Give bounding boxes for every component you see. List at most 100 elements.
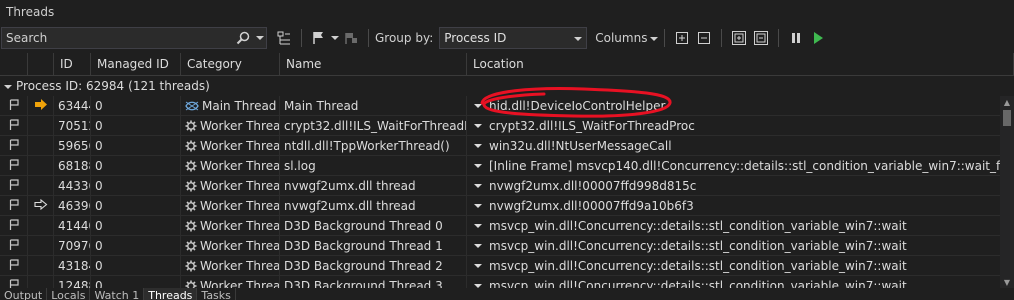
thread-location[interactable]: msvcp_win.dll!Concurrency::details::stl_… — [467, 256, 1014, 275]
flag-icon[interactable] — [9, 198, 19, 213]
thread-row[interactable]: 705120Worker Threadcrypt32.dll!ILS_WaitF… — [0, 116, 1014, 136]
group-label: Process ID: 62984 — [16, 79, 125, 93]
main-thread-icon — [185, 101, 199, 111]
thread-id: 41440 — [54, 216, 91, 235]
thread-row[interactable]: 596560 Worker Threadntdll.dll!TppWorkerTh… — [0, 136, 1014, 156]
column-category[interactable]: Category — [181, 53, 280, 75]
location-dropdown-icon[interactable] — [471, 223, 485, 229]
thread-location[interactable]: msvcp_win.dll!Concurrency::details::stl_… — [467, 236, 1014, 255]
thread-name: ntdll.dll!TppWorkerThread() — [280, 136, 467, 155]
managed-id: 0 — [91, 96, 181, 115]
thread-location[interactable]: hid.dll!DeviceIoControlHelper — [467, 96, 1014, 115]
column-managed-id[interactable]: Managed ID — [91, 53, 181, 75]
location-label: nvwgf2umx.dll!00007ffd9a10b6f3 — [489, 198, 694, 213]
flag-cell[interactable] — [0, 196, 28, 215]
flag-icon[interactable] — [9, 258, 19, 273]
group-by-select[interactable]: Process ID — [439, 27, 588, 49]
expand-all-icon[interactable] — [671, 27, 693, 49]
flag-cell[interactable] — [0, 136, 28, 155]
thread-category: Main Thread — [181, 96, 280, 115]
threads-grid: ID Managed ID Category Name Location Pro… — [0, 53, 1014, 296]
thread-location[interactable]: crypt32.dll!ILS_WaitForThreadProc — [467, 116, 1014, 135]
location-dropdown-icon[interactable] — [471, 103, 485, 109]
scroll-up-icon[interactable]: ▲ — [1000, 96, 1014, 108]
thread-location[interactable]: msvcp_win.dll!Concurrency::details::stl_… — [467, 216, 1014, 235]
thaw-threads-icon[interactable] — [807, 27, 829, 49]
flag-cell[interactable] — [0, 216, 28, 235]
column-current[interactable] — [28, 53, 54, 75]
current-thread-cell — [28, 216, 54, 235]
gear-icon — [185, 220, 197, 232]
category-label: Worker Thread — [200, 158, 280, 173]
location-dropdown-icon[interactable] — [471, 203, 485, 209]
gear-icon — [185, 200, 197, 212]
column-flag[interactable] — [0, 53, 28, 75]
thread-location[interactable]: nvwgf2umx.dll!00007ffd9a10b6f3 — [467, 196, 1014, 215]
process-group-header[interactable]: Process ID: 62984 (121 threads) — [0, 76, 1014, 96]
flag-icon[interactable] — [9, 118, 19, 133]
flag-icon[interactable] — [9, 178, 19, 193]
flag-icon[interactable] — [308, 27, 330, 49]
thread-id: 59656 — [54, 136, 91, 155]
thread-row[interactable]: 443360 Worker Threadnvwgf2umx.dll thread n… — [0, 176, 1014, 196]
tab-watch-1[interactable]: Watch 1 — [90, 288, 145, 300]
location-label: crypt32.dll!ILS_WaitForThreadProc — [489, 118, 695, 133]
thread-row[interactable]: 634440 Main ThreadMain Thread hid.dll!Devi… — [0, 96, 1014, 116]
thread-location[interactable]: [Inline Frame] msvcp140.dll!Concurrency:… — [467, 156, 1014, 175]
freeze-threads-icon[interactable] — [785, 27, 807, 49]
flag-icon[interactable] — [9, 238, 19, 253]
flag-dropdown-icon[interactable] — [330, 27, 340, 49]
flag-cell[interactable] — [0, 256, 28, 275]
location-dropdown-icon[interactable] — [471, 123, 485, 129]
column-id[interactable]: ID — [54, 53, 91, 75]
collapse-callstacks-icon[interactable] — [750, 27, 772, 49]
collapse-arrow-icon[interactable] — [4, 79, 12, 93]
flag-cell[interactable] — [0, 156, 28, 175]
toolbar-separator — [664, 29, 666, 47]
flag-icon[interactable] — [9, 98, 19, 113]
location-dropdown-icon[interactable] — [471, 243, 485, 249]
collapse-groups-icon[interactable] — [273, 27, 295, 49]
scroll-thumb[interactable] — [1003, 110, 1011, 126]
location-dropdown-icon[interactable] — [471, 263, 485, 269]
thread-id: 70512 — [54, 116, 91, 135]
thread-category: Worker Thread — [181, 216, 280, 235]
toolbar-separator — [721, 29, 723, 47]
thread-row[interactable]: 709760 Worker ThreadD3D Background Thread… — [0, 236, 1014, 256]
expand-callstacks-icon[interactable] — [728, 27, 750, 49]
flag-cell[interactable] — [0, 116, 28, 135]
thread-row[interactable]: 463960 Worker Threadnvwgf2umx.dll thread n… — [0, 196, 1014, 216]
collapse-all-icon[interactable] — [693, 27, 715, 49]
thread-category: Worker Thread — [181, 196, 280, 215]
group-by-label: Group by: — [375, 31, 434, 45]
tab-output[interactable]: Output — [0, 288, 48, 300]
columns-button[interactable]: Columns — [595, 31, 659, 45]
thread-location[interactable]: win32u.dll!NtUserMessageCall — [467, 136, 1014, 155]
location-dropdown-icon[interactable] — [471, 183, 485, 189]
thread-row[interactable]: 431840 Worker ThreadD3D Background Thread… — [0, 256, 1014, 276]
location-dropdown-icon[interactable] — [471, 143, 485, 149]
tab-tasks[interactable]: Tasks — [197, 288, 236, 300]
thread-row[interactable]: 414400 Worker ThreadD3D Background Thread… — [0, 216, 1014, 236]
search-box[interactable] — [1, 27, 267, 49]
vertical-scrollbar[interactable]: ▲ ▼ — [1000, 96, 1014, 288]
flag-icon[interactable] — [9, 218, 19, 233]
column-location[interactable]: Location — [467, 53, 1014, 75]
tab-locals[interactable]: Locals — [47, 288, 91, 300]
flag-cell[interactable] — [0, 96, 28, 115]
tab-threads[interactable]: Threads — [144, 288, 198, 300]
thread-row[interactable]: 681880 Worker Threadsl.log [Inline Frame] … — [0, 156, 1014, 176]
search-options-dropdown-icon[interactable] — [254, 27, 266, 49]
toolbar-separator — [301, 29, 302, 47]
search-icon[interactable] — [232, 27, 254, 49]
current-thread-cell — [28, 96, 54, 115]
scroll-down-icon[interactable]: ▼ — [1000, 276, 1014, 288]
location-dropdown-icon[interactable] — [471, 163, 485, 169]
flag-cell[interactable] — [0, 236, 28, 255]
column-name[interactable]: Name — [280, 53, 467, 75]
search-input[interactable] — [2, 30, 232, 46]
thread-location[interactable]: nvwgf2umx.dll!00007ffd998d815c — [467, 176, 1014, 195]
flag-cell[interactable] — [0, 176, 28, 195]
flag-icon[interactable] — [9, 138, 19, 153]
flag-icon[interactable] — [9, 158, 19, 173]
